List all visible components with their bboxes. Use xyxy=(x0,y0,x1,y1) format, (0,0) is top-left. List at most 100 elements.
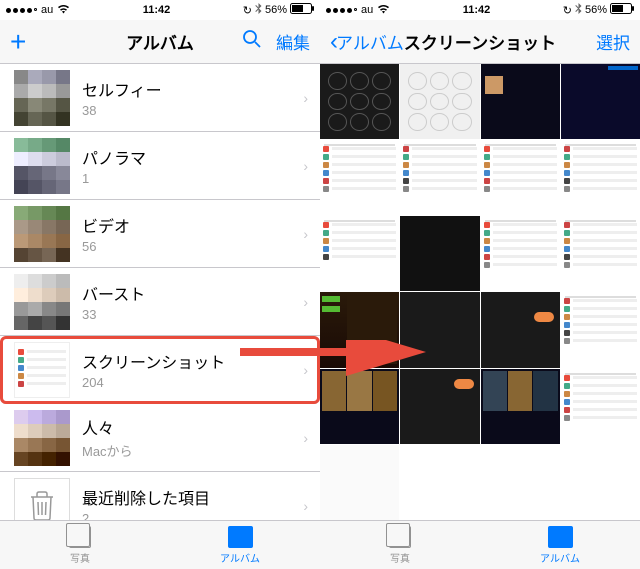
album-count: 204 xyxy=(82,375,291,390)
screenshot-thumb[interactable] xyxy=(320,140,399,215)
chevron-right-icon: › xyxy=(303,430,308,446)
album-row-videos[interactable]: ビデオ 56 › xyxy=(0,200,320,268)
screenshot-thumb[interactable] xyxy=(561,292,640,367)
album-name: パノラマ xyxy=(82,145,291,169)
chevron-right-icon: › xyxy=(303,498,308,514)
albums-icon xyxy=(228,526,253,548)
carrier-label: au xyxy=(41,4,53,16)
bluetooth-icon xyxy=(255,3,262,18)
album-thumb xyxy=(14,410,70,466)
orientation-lock-icon: ↻ xyxy=(243,4,252,17)
albums-icon xyxy=(548,526,573,548)
album-count: 56 xyxy=(82,239,291,254)
screenshot-thumb[interactable] xyxy=(561,445,640,520)
nav-bar: + アルバム 編集 xyxy=(0,20,320,64)
photos-icon xyxy=(389,526,411,548)
album-list: セルフィー 38 › パノラマ 1 › ビデオ 56 › バースト 33 › xyxy=(0,64,320,520)
album-name: 最近削除した項目 xyxy=(82,485,291,509)
tab-photos[interactable]: 写真 xyxy=(0,521,160,569)
screenshot-thumb[interactable] xyxy=(561,369,640,444)
time-label: 11:42 xyxy=(143,4,171,16)
album-name: ビデオ xyxy=(82,213,291,237)
battery-label: 56% xyxy=(265,4,287,16)
album-count: Macから xyxy=(82,441,291,460)
album-name: 人々 xyxy=(82,415,291,439)
screenshot-thumb[interactable] xyxy=(481,369,560,444)
screenshot-thumb[interactable] xyxy=(400,445,479,520)
album-row-screenshots[interactable]: スクリーンショット 204 › xyxy=(0,336,320,404)
chevron-right-icon: › xyxy=(303,362,308,378)
chevron-right-icon: › xyxy=(303,158,308,174)
battery-icon xyxy=(610,3,634,17)
screenshot-thumb[interactable] xyxy=(400,369,479,444)
screenshot-grid xyxy=(320,64,640,520)
screenshot-thumb[interactable] xyxy=(320,64,399,139)
album-row-selfies[interactable]: セルフィー 38 › xyxy=(0,64,320,132)
screenshot-thumb[interactable] xyxy=(561,216,640,291)
photos-icon xyxy=(69,526,91,548)
phone-left: au 11:42 ↻ 56% + アルバム xyxy=(0,0,320,569)
screenshot-thumb[interactable] xyxy=(320,369,399,444)
add-button[interactable]: + xyxy=(10,26,26,58)
screenshot-thumb[interactable] xyxy=(400,292,479,367)
album-thumb xyxy=(14,342,70,398)
album-count: 2 xyxy=(82,511,291,520)
tab-albums[interactable]: アルバム xyxy=(160,521,320,569)
tab-label: アルバム xyxy=(220,550,260,565)
screenshot-thumb[interactable] xyxy=(320,445,399,520)
screenshot-thumb[interactable] xyxy=(561,64,640,139)
screenshot-thumb[interactable] xyxy=(400,140,479,215)
back-label: アルバム xyxy=(336,29,404,54)
trash-icon xyxy=(14,478,70,521)
signal-dots-icon xyxy=(6,8,37,13)
status-bar: au 11:42 ↻ 56% xyxy=(0,0,320,20)
status-bar: au 11:42 ↻ 56% xyxy=(320,0,640,20)
tab-albums[interactable]: アルバム xyxy=(480,521,640,569)
screenshot-thumb[interactable] xyxy=(561,140,640,215)
nav-bar: ‹アルバム スクリーンショット 選択 xyxy=(320,20,640,64)
tab-bar: 写真 アルバム xyxy=(320,520,640,569)
tab-photos[interactable]: 写真 xyxy=(320,521,480,569)
back-button[interactable]: ‹アルバム xyxy=(330,28,404,56)
chevron-right-icon: › xyxy=(303,226,308,242)
album-row-recently-deleted[interactable]: 最近削除した項目 2 › xyxy=(0,472,320,520)
page-title: アルバム xyxy=(126,29,194,54)
chevron-right-icon: › xyxy=(303,90,308,106)
screenshot-thumb[interactable] xyxy=(481,216,560,291)
battery-label: 56% xyxy=(585,4,607,16)
screenshot-thumb[interactable] xyxy=(320,216,399,291)
album-count: 33 xyxy=(82,307,291,322)
screenshot-thumb[interactable] xyxy=(481,445,560,520)
screenshot-thumb[interactable] xyxy=(481,292,560,367)
screenshot-thumb[interactable] xyxy=(481,64,560,139)
album-thumb xyxy=(14,138,70,194)
album-row-burst[interactable]: バースト 33 › xyxy=(0,268,320,336)
screenshot-thumb[interactable] xyxy=(400,64,479,139)
tab-label: アルバム xyxy=(540,550,580,565)
search-icon[interactable] xyxy=(242,29,262,54)
phone-right: au 11:42 ↻ 56% ‹アルバム スクリーンショット 選択 xyxy=(320,0,640,569)
album-row-panorama[interactable]: パノラマ 1 › xyxy=(0,132,320,200)
page-title: スクリーンショット xyxy=(404,29,556,54)
album-count: 1 xyxy=(82,171,291,186)
album-name: バースト xyxy=(82,281,291,305)
edit-button[interactable]: 編集 xyxy=(276,29,310,54)
screenshot-thumb[interactable] xyxy=(320,292,399,367)
bluetooth-icon xyxy=(575,3,582,18)
album-name: セルフィー xyxy=(82,77,291,101)
album-count: 38 xyxy=(82,103,291,118)
tab-label: 写真 xyxy=(70,550,90,565)
screenshot-thumb[interactable] xyxy=(400,216,479,291)
time-label: 11:42 xyxy=(463,4,491,16)
screenshot-thumb[interactable] xyxy=(481,140,560,215)
select-button[interactable]: 選択 xyxy=(596,29,630,54)
signal-dots-icon xyxy=(326,8,357,13)
wifi-icon xyxy=(57,4,70,17)
album-thumb xyxy=(14,206,70,262)
album-row-people[interactable]: 人々 Macから › xyxy=(0,404,320,472)
tab-bar: 写真 アルバム xyxy=(0,520,320,569)
chevron-right-icon: › xyxy=(303,294,308,310)
album-thumb xyxy=(14,70,70,126)
album-name: スクリーンショット xyxy=(82,349,291,373)
battery-icon xyxy=(290,3,314,17)
